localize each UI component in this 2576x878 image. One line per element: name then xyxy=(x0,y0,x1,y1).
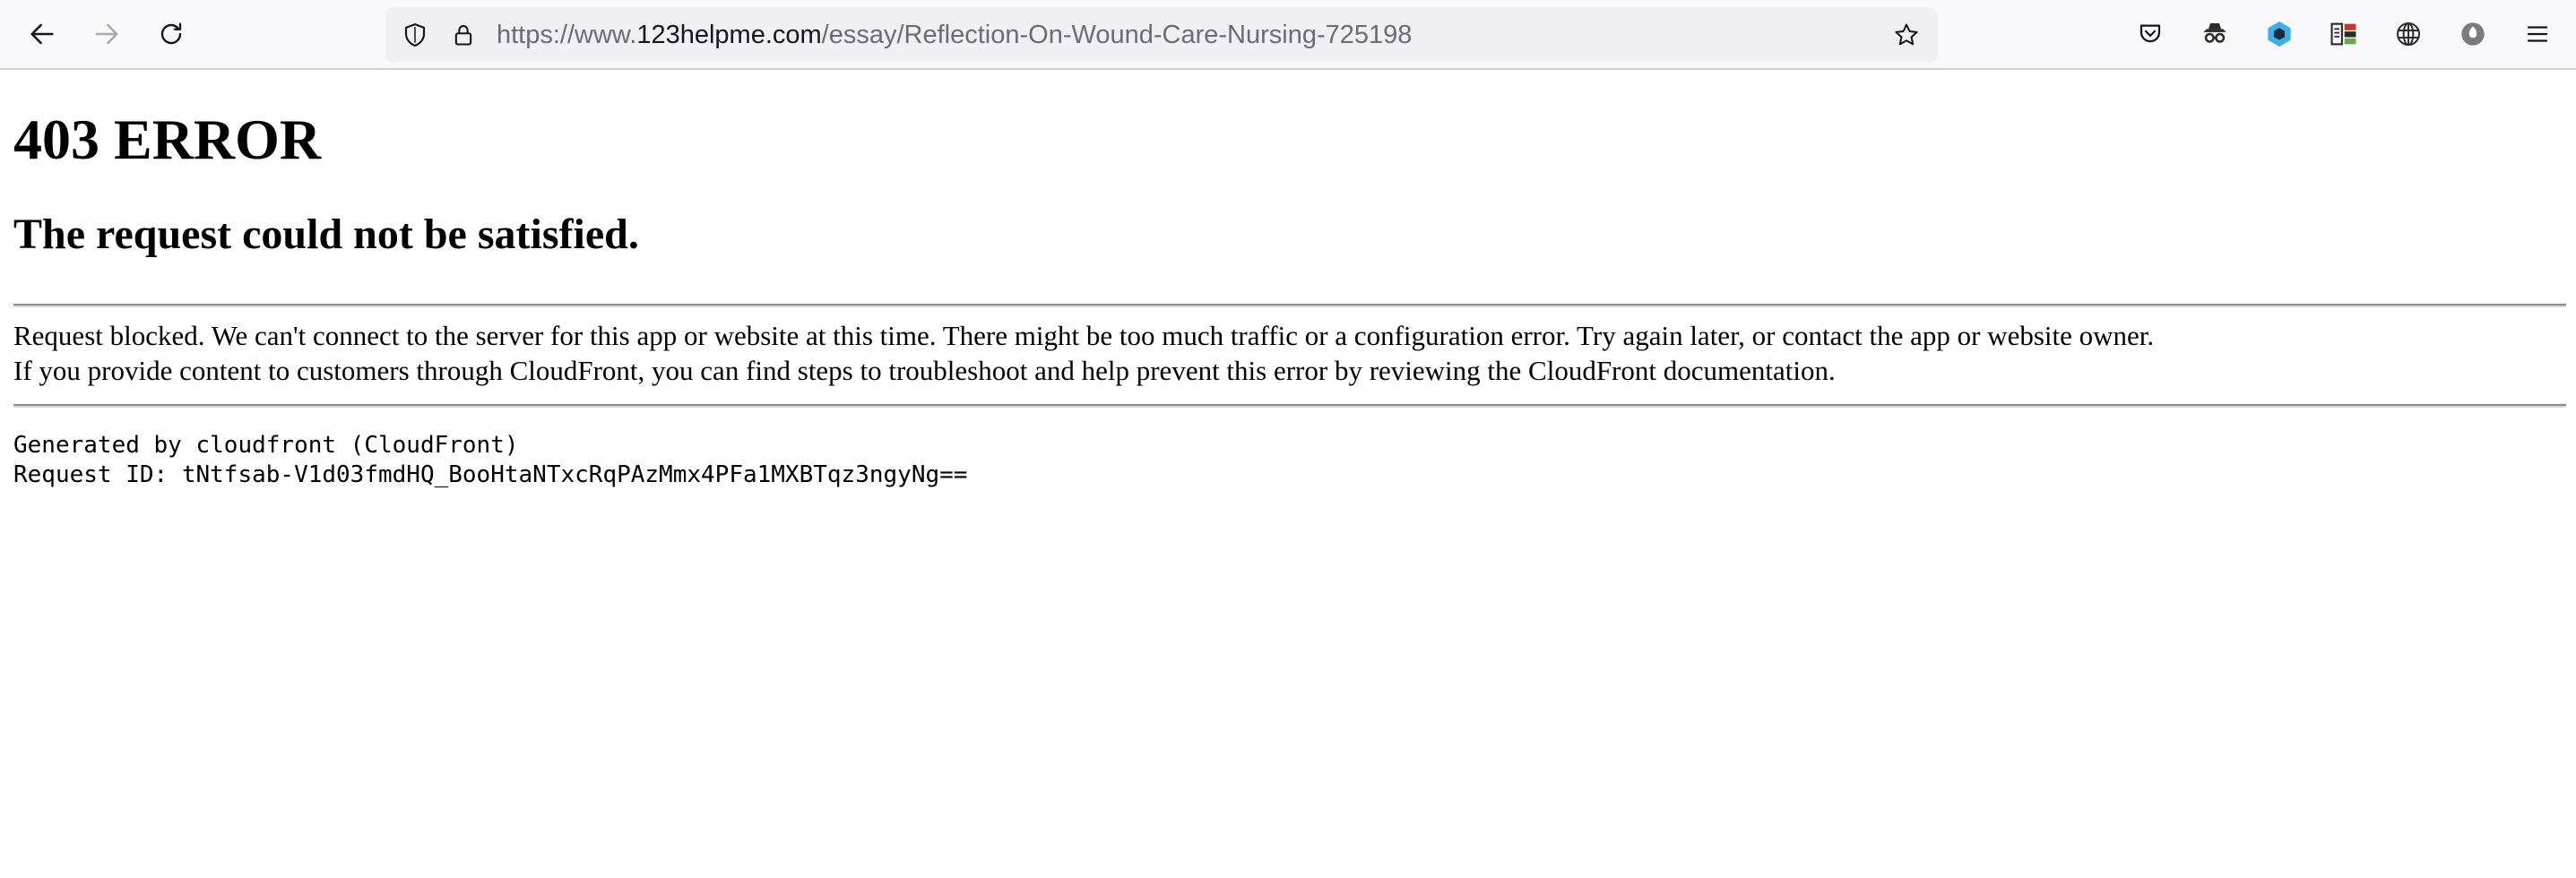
error-title: 403 ERROR xyxy=(13,108,322,171)
browser-toolbar: https://www.123helpme.com/essay/Reflecti… xyxy=(0,0,2576,70)
forward-button[interactable] xyxy=(88,15,125,53)
globe-grid-extension-icon xyxy=(2394,20,2423,48)
error-subtitle: The request could not be satisfied. xyxy=(13,211,639,258)
blue-cube-extension-icon xyxy=(2265,20,2294,48)
forward-arrow-icon xyxy=(91,19,122,49)
lock-icon[interactable] xyxy=(450,22,477,48)
back-arrow-icon xyxy=(27,19,57,49)
extension-button-5[interactable] xyxy=(2454,15,2492,53)
shield-icon[interactable] xyxy=(402,22,428,48)
star-icon[interactable] xyxy=(1893,22,1920,48)
extension-button-2[interactable] xyxy=(2260,15,2298,53)
circle-extension-icon xyxy=(2459,20,2487,48)
url-prefix: https://www. xyxy=(497,21,637,49)
generated-by-text: Generated by cloudfront (CloudFront) xyxy=(13,432,519,459)
hamburger-menu-icon xyxy=(2524,21,2551,47)
reload-button[interactable] xyxy=(152,15,190,53)
request-id-text: Request ID: tNtfsab-V1d03fmdHQ_BooHtaNTx… xyxy=(13,461,968,488)
reader-extension-icon xyxy=(2329,19,2359,49)
divider-top xyxy=(13,304,2566,307)
error-message-line-2: If you provide content to customers thro… xyxy=(13,355,1836,386)
pocket-icon xyxy=(2137,21,2164,47)
url-host: 123helpme.com xyxy=(636,21,822,49)
divider-bottom xyxy=(13,404,2566,408)
pocket-button[interactable] xyxy=(2131,15,2169,53)
url-path: /essay/Reflection-On-Wound-Care-Nursing-… xyxy=(821,21,1413,49)
back-button[interactable] xyxy=(23,15,61,53)
extension-button-1[interactable] xyxy=(2196,15,2234,53)
address-bar[interactable]: https://www.123helpme.com/essay/Reflecti… xyxy=(385,7,1938,63)
url-text[interactable]: https://www.123helpme.com/essay/Reflecti… xyxy=(497,7,1412,63)
extension-button-4[interactable] xyxy=(2390,15,2427,53)
app-menu-button[interactable] xyxy=(2519,15,2556,53)
incognito-spy-icon xyxy=(2200,19,2230,49)
error-message-line-1: Request blocked. We can't connect to the… xyxy=(13,320,2155,351)
extension-button-3[interactable] xyxy=(2325,15,2363,53)
reload-icon xyxy=(157,20,186,48)
